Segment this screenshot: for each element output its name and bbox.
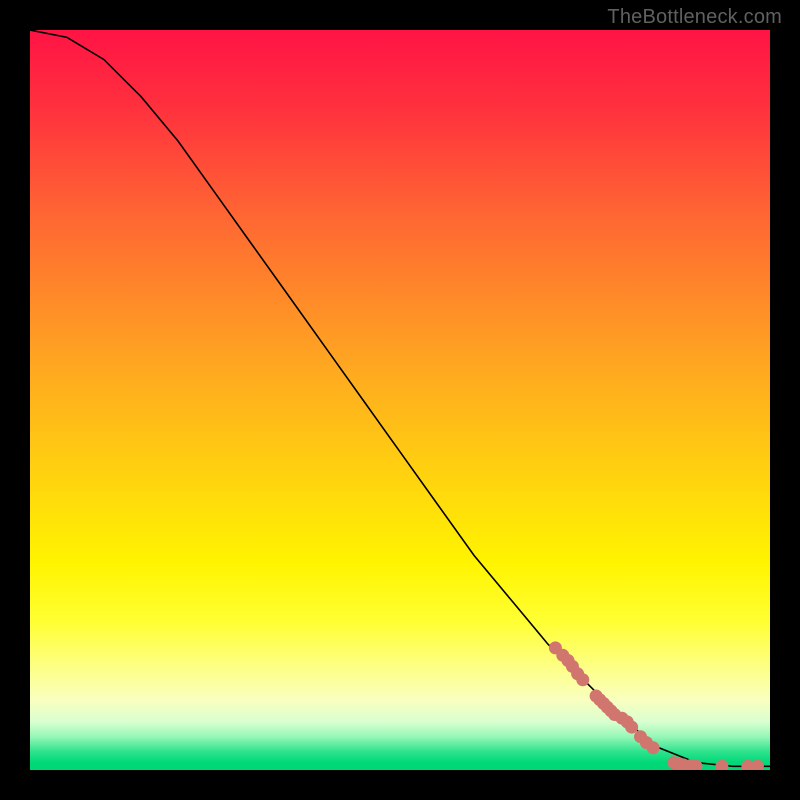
chart-background xyxy=(30,30,770,770)
data-marker xyxy=(647,741,660,754)
data-marker xyxy=(576,673,589,686)
data-marker xyxy=(625,721,638,734)
chart-svg xyxy=(30,30,770,770)
attribution-text: TheBottleneck.com xyxy=(607,6,782,29)
chart-container: TheBottleneck.com xyxy=(0,0,800,800)
